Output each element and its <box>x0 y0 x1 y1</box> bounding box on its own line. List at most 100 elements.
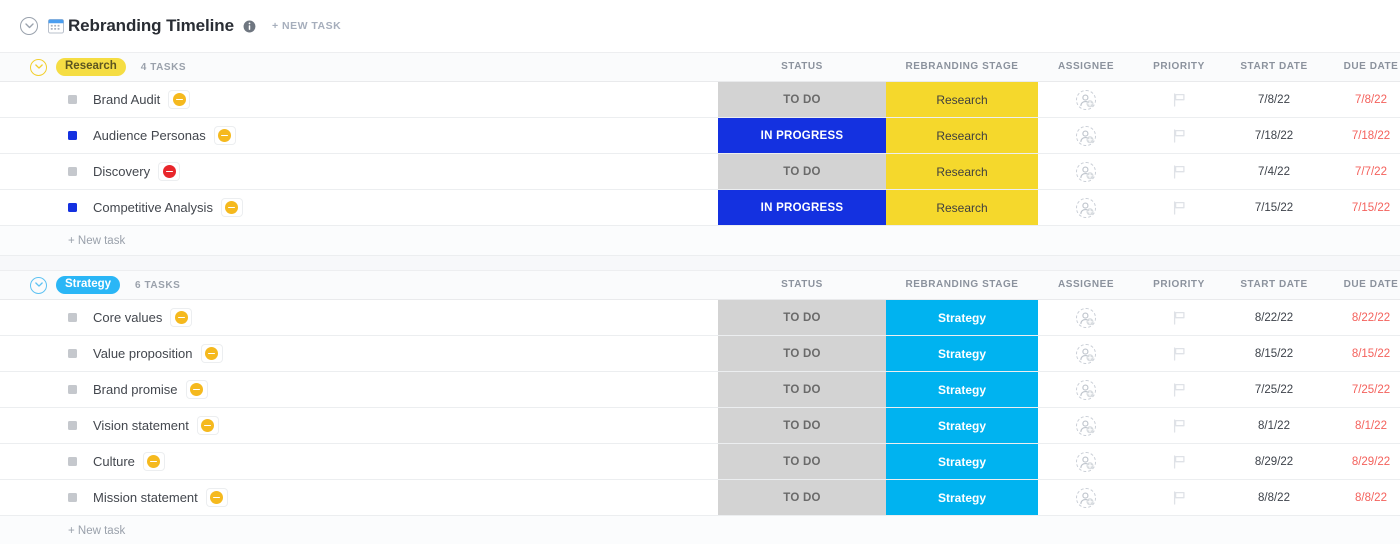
column-header-start-date[interactable]: START DATE <box>1224 52 1324 82</box>
start-date-cell[interactable]: 7/15/22 <box>1224 190 1324 225</box>
add-assignee-icon[interactable] <box>1076 126 1096 146</box>
flag-icon[interactable] <box>1173 165 1186 179</box>
assignee-cell[interactable] <box>1038 190 1134 225</box>
task-name-cell[interactable]: Brand promise <box>0 372 718 407</box>
column-header-assignee[interactable]: ASSIGNEE <box>1038 52 1134 82</box>
table-row[interactable]: Vision statementTO DOStrategy 8/1/228/1/2… <box>0 408 1400 444</box>
task-status-square-icon[interactable] <box>68 457 77 466</box>
column-header-start-date[interactable]: START DATE <box>1224 270 1324 300</box>
due-date-cell[interactable]: 8/8/22 <box>1324 480 1400 515</box>
add-assignee-icon[interactable] <box>1076 344 1096 364</box>
assignee-cell[interactable] <box>1038 154 1134 189</box>
info-icon[interactable] <box>243 20 256 33</box>
add-new-task-row[interactable]: + New task <box>0 226 1400 256</box>
task-status-square-icon[interactable] <box>68 421 77 430</box>
start-date-cell[interactable]: 7/8/22 <box>1224 82 1324 117</box>
table-row[interactable]: DiscoveryTO DOResearch7/4/227/7/22 <box>0 154 1400 190</box>
task-tag-badge[interactable] <box>171 309 191 326</box>
start-date-cell[interactable]: 8/8/22 <box>1224 480 1324 515</box>
status-cell[interactable]: TO DO <box>718 300 886 335</box>
flag-icon[interactable] <box>1173 311 1186 325</box>
table-row[interactable]: Value propositionTO DOStrategy8/15/228/1… <box>0 336 1400 372</box>
column-header-status[interactable]: STATUS <box>718 270 886 300</box>
task-status-square-icon[interactable] <box>68 167 77 176</box>
add-assignee-icon[interactable] <box>1076 162 1096 182</box>
rebranding-stage-cell[interactable]: Strategy <box>886 480 1038 515</box>
rebranding-stage-cell[interactable]: Research <box>886 82 1038 117</box>
start-date-cell[interactable]: 8/15/22 <box>1224 336 1324 371</box>
rebranding-stage-cell[interactable]: Research <box>886 118 1038 153</box>
task-status-square-icon[interactable] <box>68 131 77 140</box>
flag-icon[interactable] <box>1173 383 1186 397</box>
status-cell[interactable]: TO DO <box>718 372 886 407</box>
flag-icon[interactable] <box>1173 419 1186 433</box>
task-name-cell[interactable]: Culture <box>0 444 718 479</box>
due-date-cell[interactable]: 8/22/22 <box>1324 300 1400 335</box>
start-date-cell[interactable]: 7/18/22 <box>1224 118 1324 153</box>
due-date-cell[interactable]: 8/29/22 <box>1324 444 1400 479</box>
column-header-priority[interactable]: PRIORITY <box>1134 270 1224 300</box>
task-tag-badge[interactable] <box>202 345 222 362</box>
rebranding-stage-cell[interactable]: Strategy <box>886 336 1038 371</box>
start-date-cell[interactable]: 7/25/22 <box>1224 372 1324 407</box>
assignee-cell[interactable] <box>1038 372 1134 407</box>
status-cell[interactable]: TO DO <box>718 408 886 443</box>
task-name-cell[interactable]: Discovery <box>0 154 718 189</box>
assignee-cell[interactable] <box>1038 118 1134 153</box>
table-row[interactable]: Mission statementTO DOStrategy8/8/228/8/… <box>0 480 1400 516</box>
group-name-badge[interactable]: Research <box>56 58 126 77</box>
flag-icon[interactable] <box>1173 129 1186 143</box>
column-header-rebranding-stage[interactable]: REBRANDING STAGE <box>886 52 1038 82</box>
task-status-square-icon[interactable] <box>68 313 77 322</box>
table-row[interactable]: Core valuesTO DOStrategy8/22/228/22/22 <box>0 300 1400 336</box>
due-date-cell[interactable]: 8/1/22 <box>1324 408 1400 443</box>
table-row[interactable]: Brand promiseTO DOStrategy 7/25/227/25/22 <box>0 372 1400 408</box>
add-assignee-icon[interactable] <box>1076 488 1096 508</box>
rebranding-stage-cell[interactable]: Research <box>886 190 1038 225</box>
task-name-cell[interactable]: Vision statement <box>0 408 718 443</box>
task-name-cell[interactable]: Audience Personas <box>0 118 718 153</box>
column-header-due-date[interactable]: DUE DATE <box>1324 270 1400 300</box>
due-date-cell[interactable]: 7/25/22 <box>1324 372 1400 407</box>
flag-icon[interactable] <box>1173 201 1186 215</box>
task-tag-badge[interactable] <box>159 163 179 180</box>
column-header-assignee[interactable]: ASSIGNEE <box>1038 270 1134 300</box>
task-name-cell[interactable]: Value proposition <box>0 336 718 371</box>
assignee-cell[interactable] <box>1038 444 1134 479</box>
status-cell[interactable]: TO DO <box>718 444 886 479</box>
add-assignee-icon[interactable] <box>1076 416 1096 436</box>
task-status-square-icon[interactable] <box>68 385 77 394</box>
assignee-cell[interactable] <box>1038 408 1134 443</box>
task-name-cell[interactable]: Competitive Analysis <box>0 190 718 225</box>
status-cell[interactable]: IN PROGRESS <box>718 118 886 153</box>
add-assignee-icon[interactable] <box>1076 198 1096 218</box>
status-cell[interactable]: TO DO <box>718 154 886 189</box>
task-status-square-icon[interactable] <box>68 203 77 212</box>
add-assignee-icon[interactable] <box>1076 452 1096 472</box>
task-tag-badge[interactable] <box>215 127 235 144</box>
due-date-cell[interactable]: 8/15/22 <box>1324 336 1400 371</box>
status-cell[interactable]: TO DO <box>718 82 886 117</box>
column-header-rebranding-stage[interactable]: REBRANDING STAGE <box>886 270 1038 300</box>
task-status-square-icon[interactable] <box>68 349 77 358</box>
priority-cell[interactable] <box>1134 82 1224 117</box>
priority-cell[interactable] <box>1134 336 1224 371</box>
group-name-badge[interactable]: Strategy <box>56 276 120 295</box>
flag-icon[interactable] <box>1173 93 1186 107</box>
add-assignee-icon[interactable] <box>1076 380 1096 400</box>
assignee-cell[interactable] <box>1038 336 1134 371</box>
rebranding-stage-cell[interactable]: Research <box>886 154 1038 189</box>
column-header-due-date[interactable]: DUE DATE <box>1324 52 1400 82</box>
chevron-down-icon[interactable] <box>20 17 38 35</box>
rebranding-stage-cell[interactable]: Strategy <box>886 372 1038 407</box>
column-header-status[interactable]: STATUS <box>718 52 886 82</box>
group-collapse-chevron-icon[interactable] <box>30 59 47 76</box>
rebranding-stage-cell[interactable]: Strategy <box>886 300 1038 335</box>
start-date-cell[interactable]: 8/29/22 <box>1224 444 1324 479</box>
table-row[interactable]: Audience PersonasIN PROGRESSResearch 7/18… <box>0 118 1400 154</box>
task-tag-badge[interactable] <box>207 489 227 506</box>
task-tag-badge[interactable] <box>198 417 218 434</box>
start-date-cell[interactable]: 8/1/22 <box>1224 408 1324 443</box>
rebranding-stage-cell[interactable]: Strategy <box>886 408 1038 443</box>
task-name-cell[interactable]: Mission statement <box>0 480 718 515</box>
